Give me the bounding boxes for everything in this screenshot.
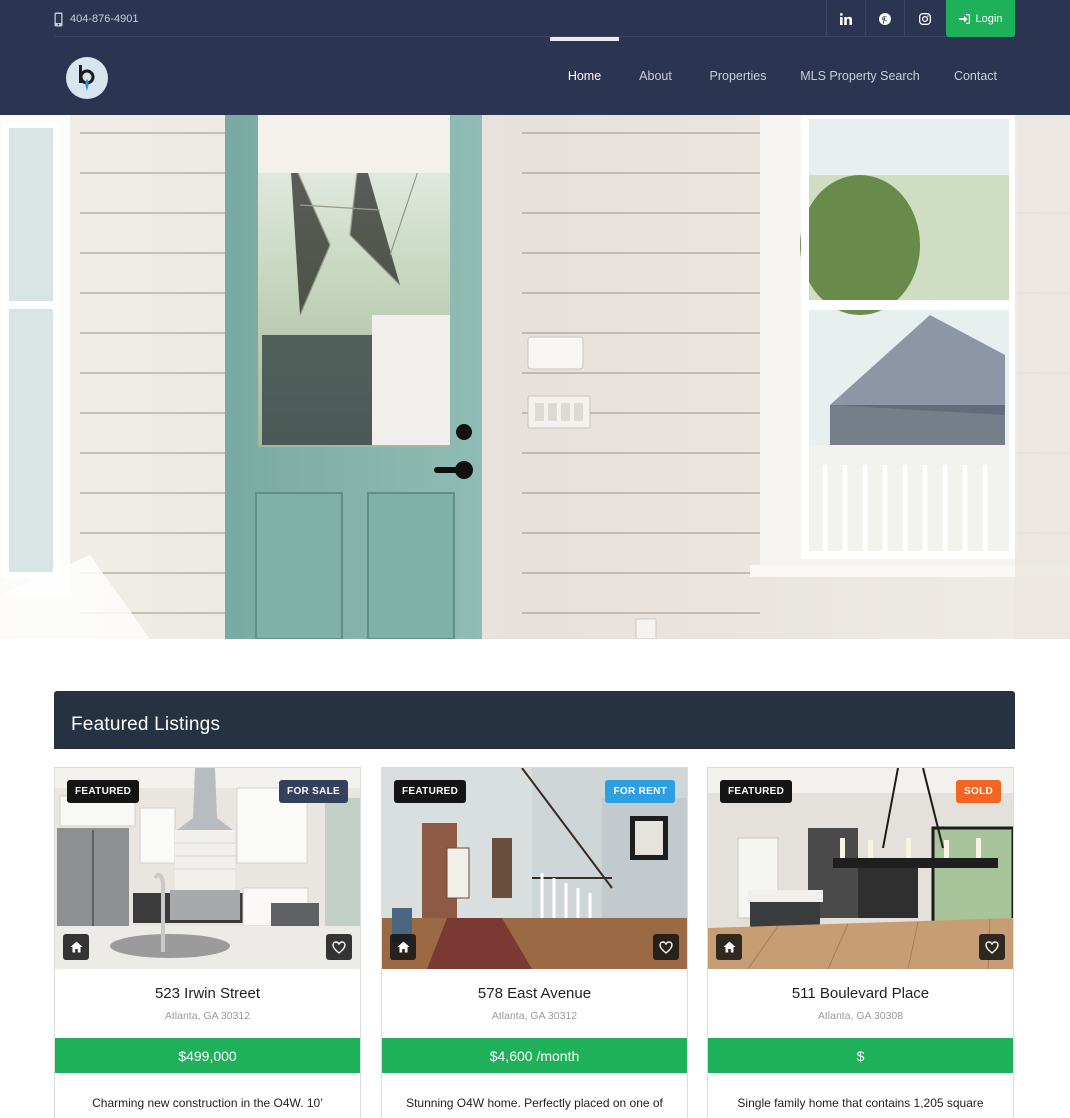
nav-mls-property-search[interactable]: MLS Property Search: [790, 37, 930, 115]
listing-description: Stunning O4W home. Perfectly placed on o…: [406, 1096, 663, 1110]
instagram-link[interactable]: [904, 0, 945, 37]
listing-title[interactable]: 511 Boulevard Place: [708, 985, 1013, 1002]
heart-icon[interactable]: [653, 934, 679, 960]
nav-contact-label: Contact: [953, 69, 998, 83]
phone-contact[interactable]: 404-876-4901: [54, 11, 139, 27]
listing-address: Atlanta, GA 30312: [491, 1010, 578, 1022]
phone-number: 404-876-4901: [70, 13, 139, 25]
nav-about[interactable]: About: [628, 37, 683, 115]
listing-title[interactable]: 578 East Avenue: [382, 985, 687, 1002]
heart-icon[interactable]: [326, 934, 352, 960]
linkedin-link[interactable]: [826, 0, 865, 37]
listing-price: $499,000: [55, 1038, 360, 1073]
login-button[interactable]: Login: [946, 0, 1015, 37]
pinterest-icon: [879, 12, 891, 25]
home-icon[interactable]: [390, 934, 416, 960]
featured-listings-title: Featured Listings: [71, 714, 221, 735]
nav-properties-label: Properties: [709, 69, 767, 83]
listing-description: Charming new construction in the O4W. 10…: [92, 1096, 323, 1110]
listing-card[interactable]: FEATURED FOR SALE 523 Irwin Street Atlan…: [54, 767, 361, 1118]
listing-price: $4,600 /month: [382, 1038, 687, 1073]
site-logo[interactable]: [66, 57, 108, 99]
linkedin-icon: [839, 12, 852, 25]
listing-card[interactable]: FEATURED FOR RENT 578 East Avenue Atlant…: [381, 767, 688, 1118]
listing-title[interactable]: 523 Irwin Street: [55, 985, 360, 1002]
home-icon[interactable]: [63, 934, 89, 960]
featured-badge: FEATURED: [720, 780, 793, 803]
featured-badge: FEATURED: [394, 780, 467, 803]
hero-image: [0, 115, 1070, 639]
hero-interior-photo: [0, 115, 1070, 639]
instagram-icon: [919, 12, 931, 25]
nav-home-label: Home: [567, 69, 602, 83]
login-label: Login: [975, 12, 1003, 25]
nav-home[interactable]: Home: [550, 37, 619, 115]
nav-contact[interactable]: Contact: [946, 37, 1005, 115]
logo-mark-icon: [79, 65, 95, 91]
home-icon[interactable]: [716, 934, 742, 960]
sign-in-icon: [958, 13, 970, 24]
listing-price: $: [708, 1038, 1013, 1073]
site-header: 404-876-4901 Login Home About Properties…: [0, 0, 1070, 115]
heart-icon[interactable]: [979, 934, 1005, 960]
featured-badge: FEATURED: [67, 780, 140, 803]
nav-about-label: About: [639, 69, 672, 83]
listing-address: Atlanta, GA 30308: [817, 1010, 904, 1022]
listing-address: Atlanta, GA 30312: [164, 1010, 251, 1022]
pinterest-link[interactable]: [865, 0, 904, 37]
status-badge: SOLD: [956, 780, 1001, 803]
listing-description: Single family home that contains 1,205 s…: [737, 1096, 984, 1110]
nav-mls-label: MLS Property Search: [800, 69, 920, 83]
mobile-phone-icon: [54, 12, 63, 27]
nav-properties[interactable]: Properties: [700, 37, 776, 115]
status-badge: FOR RENT: [605, 780, 675, 803]
status-badge: FOR SALE: [279, 780, 348, 803]
listing-card[interactable]: FEATURED SOLD 511 Boulevard Place Atlant…: [707, 767, 1014, 1118]
